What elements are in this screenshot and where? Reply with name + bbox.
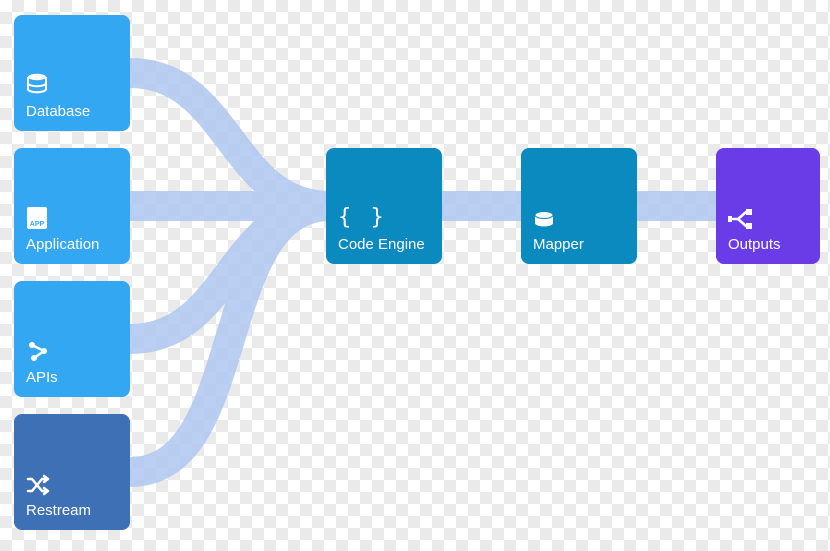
node-mapper[interactable]: Mapper bbox=[521, 148, 637, 264]
disk-icon bbox=[533, 210, 555, 230]
node-database[interactable]: Database bbox=[14, 15, 130, 131]
node-restream-label: Restream bbox=[26, 502, 118, 520]
svg-text:APP: APP bbox=[30, 221, 45, 228]
node-application-label: Application bbox=[26, 236, 118, 254]
node-application[interactable]: APP Application bbox=[14, 148, 130, 264]
node-outputs[interactable]: Outputs bbox=[716, 148, 820, 264]
diagram-canvas: Database APP Application APIs bbox=[0, 0, 830, 551]
node-mapper-label: Mapper bbox=[533, 236, 625, 254]
app-icon: APP bbox=[26, 206, 48, 230]
node-restream[interactable]: Restream bbox=[14, 414, 130, 530]
node-apis-label: APIs bbox=[26, 369, 118, 387]
shuffle-icon bbox=[26, 474, 52, 496]
flow-restream-codeengine bbox=[130, 206, 330, 472]
node-apis[interactable]: APIs bbox=[14, 281, 130, 397]
braces-icon: { } bbox=[338, 205, 387, 230]
node-database-label: Database bbox=[26, 103, 118, 121]
database-icon bbox=[26, 73, 48, 97]
node-code-engine[interactable]: { } Code Engine bbox=[326, 148, 442, 264]
flow-apis-codeengine bbox=[130, 206, 330, 339]
api-icon bbox=[26, 339, 50, 363]
flow-database-codeengine bbox=[130, 73, 330, 206]
branch-icon bbox=[728, 208, 754, 230]
node-outputs-label: Outputs bbox=[728, 236, 808, 254]
node-code-engine-label: Code Engine bbox=[338, 236, 430, 254]
